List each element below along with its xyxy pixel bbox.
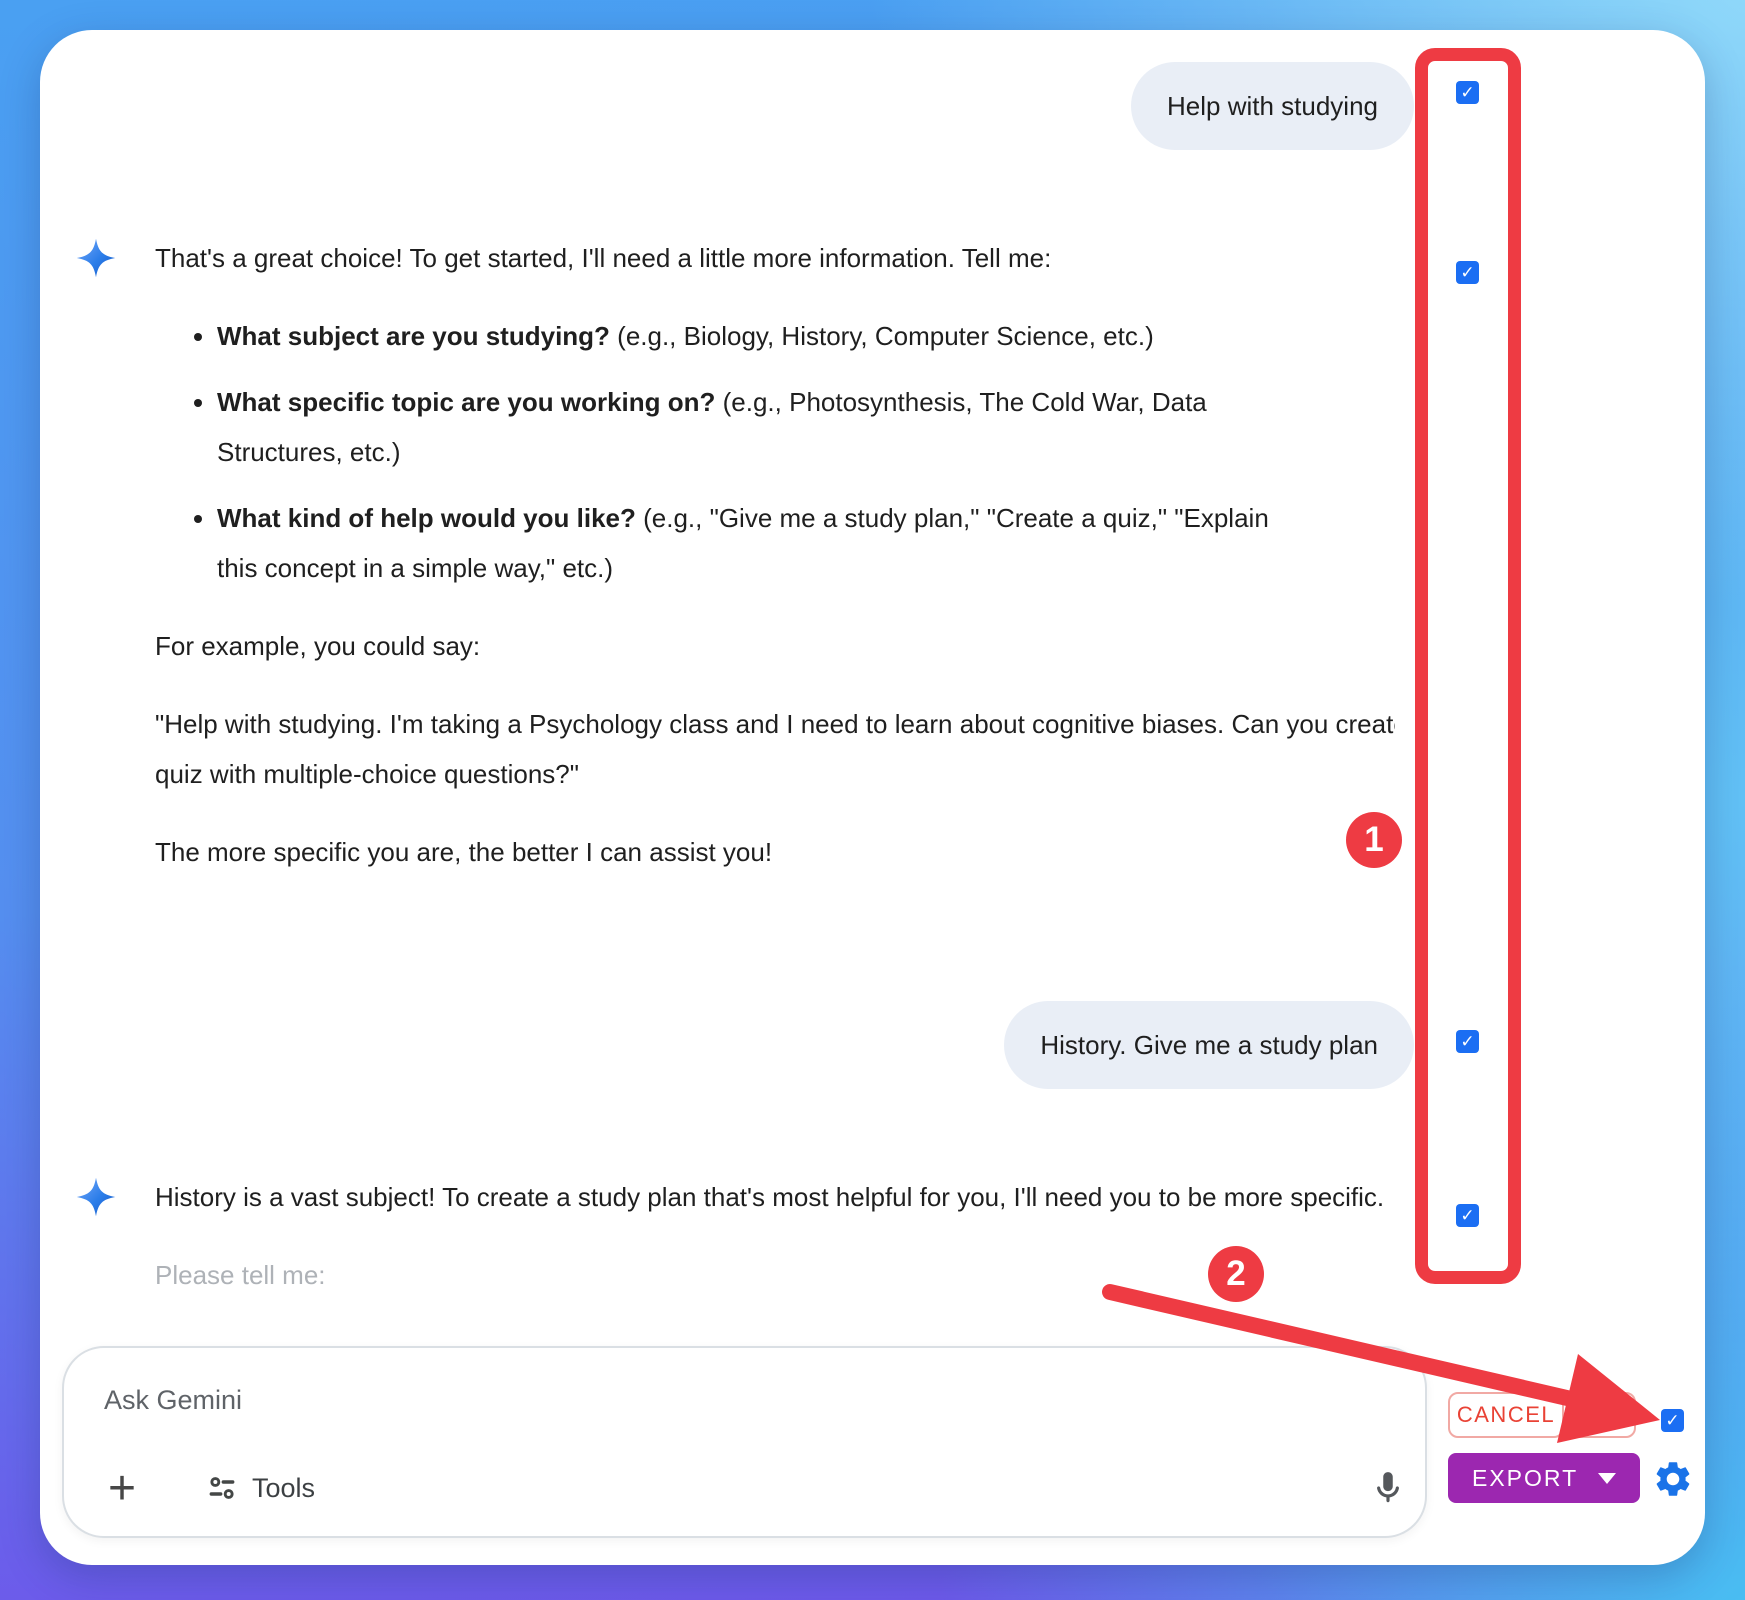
gear-icon[interactable] [1652,1458,1694,1500]
annotation-step-1-badge: 1 [1346,812,1402,868]
chevron-down-icon [1598,1473,1616,1484]
plus-icon: + [108,1461,136,1516]
list-item: What subject are you studying? (e.g., Bi… [217,311,1275,361]
prompt-input-bar: + Tools [62,1346,1427,1538]
microphone-button[interactable] [1360,1460,1416,1516]
user-message-bubble: Help with studying [1131,62,1414,150]
message-select-checkbox[interactable] [1456,1030,1479,1053]
assistant-example-lead: For example, you could say: [155,621,1395,671]
microphone-icon [1369,1469,1407,1507]
assistant-example-quote: "Help with studying. I'm taking a Psycho… [155,699,1395,799]
list-item: What kind of help would you like? (e.g.,… [217,493,1275,593]
export-button[interactable]: EXPORT [1448,1453,1640,1503]
assistant-intro: That's a great choice! To get started, I… [155,233,1395,283]
message-select-checkbox[interactable] [1456,81,1479,104]
desktop-background: Help with studying That's a great choice… [0,0,1745,1600]
tools-label: Tools [252,1473,315,1504]
select-all-checkbox[interactable] [1661,1409,1684,1432]
cancel-button[interactable]: CANCEL [1448,1392,1564,1438]
gemini-sparkle-icon [76,238,116,278]
assistant-message: That's a great choice! To get started, I… [155,233,1395,893]
export-button-label: EXPORT [1472,1465,1578,1492]
assistant-closing: The more specific you are, the better I … [155,827,1395,877]
list-item: What specific topic are you working on? … [217,377,1275,477]
add-attachment-button[interactable]: + [94,1460,150,1516]
gemini-sparkle-icon [76,1177,116,1217]
user-message-bubble: History. Give me a study plan [1004,1001,1414,1089]
obscured-button[interactable] [1562,1392,1636,1438]
tools-button[interactable]: Tools [206,1460,315,1516]
annotation-step-2-badge: 2 [1208,1246,1264,1302]
assistant-intro: History is a vast subject! To create a s… [155,1172,1395,1222]
assistant-bullet-list: What subject are you studying? (e.g., Bi… [155,311,1275,593]
prompt-input[interactable] [102,1372,1006,1428]
annotation-rectangle [1415,48,1521,1284]
message-select-checkbox[interactable] [1456,261,1479,284]
tools-icon [206,1472,238,1504]
message-select-checkbox[interactable] [1456,1204,1479,1227]
